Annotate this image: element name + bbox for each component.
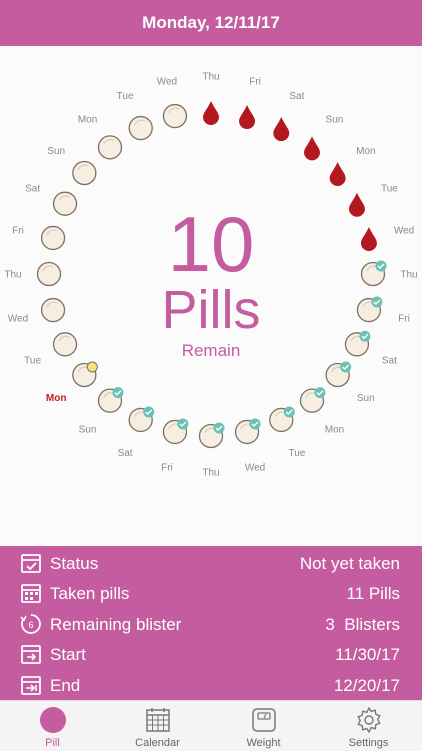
day-slot-2[interactable]: Fri (239, 76, 261, 130)
day-label: Tue (117, 91, 134, 102)
info-value: 12/20/17 (333, 676, 400, 695)
day-label: Fri (161, 463, 173, 474)
info-row-end: End 12/20/17 (0, 670, 422, 700)
day-slot-27[interactable]: Tue (117, 91, 153, 141)
info-value: 11/30/17 (335, 645, 400, 664)
info-row-status: Status Not yet taken (0, 548, 422, 578)
gear-icon (357, 706, 381, 734)
day-label: Wed (245, 463, 265, 474)
day-label: Wed (157, 76, 177, 87)
day-slot-18[interactable]: Sun (79, 387, 124, 435)
day-label: Sat (25, 184, 40, 195)
day-label: Mon (46, 393, 67, 404)
taken-pills-icon (21, 584, 41, 603)
info-row-remaining: 6 Remaining blister 3 Blisters (0, 609, 422, 639)
day-slot-5[interactable]: Mon (329, 146, 376, 186)
day-slot-1[interactable]: Thu (202, 72, 220, 126)
tab-calendar[interactable]: Calendar (105, 701, 210, 751)
tab-label: Calendar (135, 737, 180, 749)
day-label: Sat (289, 91, 304, 102)
day-label: Fri (249, 76, 261, 87)
blood-drop-icon (203, 101, 219, 125)
day-slot-11[interactable]: Sun (325, 361, 375, 404)
blood-drop-icon (239, 105, 256, 130)
day-slot-14[interactable]: Wed (234, 418, 266, 474)
tab-weight[interactable]: Weight (211, 701, 316, 751)
day-label: Mon (356, 146, 375, 157)
remaining-blister-badge: 6 (28, 620, 33, 630)
blood-drop-icon (273, 117, 290, 142)
end-calendar-icon (21, 676, 41, 695)
blood-drop-icon (329, 161, 346, 186)
check-badge-icon (112, 387, 124, 399)
day-label: Mon (325, 424, 344, 435)
day-slot-12[interactable]: Mon (299, 387, 345, 435)
day-label: Tue (288, 448, 305, 459)
info-value: 3 Blisters (325, 615, 400, 634)
check-badge-icon (177, 418, 189, 430)
info-label: Status (50, 554, 99, 573)
info-value: 11 Pills (346, 584, 400, 603)
check-badge-icon (340, 361, 352, 373)
day-slot-4[interactable]: Sun (304, 115, 343, 161)
day-slot-28[interactable]: Wed (157, 76, 188, 129)
tab-label: Weight (246, 737, 281, 749)
day-slot-17[interactable]: Sat (118, 406, 155, 459)
start-calendar-icon (21, 645, 41, 664)
tab-settings[interactable]: Settings (316, 701, 421, 751)
check-badge-icon (314, 387, 326, 399)
tab-label: Settings (348, 737, 389, 749)
header-bar: Monday, 12/11/17 (0, 0, 422, 46)
check-badge-icon (249, 418, 261, 430)
remaining-count: 10 (167, 200, 255, 288)
day-slot-25[interactable]: Sun (47, 146, 97, 186)
info-value: Not yet taken (299, 554, 400, 573)
day-label: Mon (78, 115, 97, 126)
info-label: End (50, 676, 81, 695)
tab-label: Pill (45, 737, 60, 749)
info-label: Remaining blister (50, 615, 182, 634)
day-slot-13[interactable]: Tue (269, 406, 306, 459)
day-slot-15[interactable]: Thu (198, 422, 225, 479)
check-badge-icon (143, 406, 155, 418)
day-label: Sun (79, 424, 97, 435)
info-row-taken: Taken pills 11 Pills (0, 578, 422, 608)
scale-icon (252, 708, 276, 732)
remaining-blister-icon: 6 (20, 614, 41, 634)
today-marker-icon (86, 361, 98, 373)
day-label: Sun (47, 146, 65, 157)
info-label: Start (50, 645, 86, 664)
tab-bar: Pill Calendar Weight Settings (0, 700, 422, 751)
day-label: Tue (381, 184, 398, 195)
day-slot-26[interactable]: Mon (78, 115, 123, 160)
day-slot-19[interactable]: Mon (46, 361, 98, 404)
header-date: Monday, 12/11/17 (142, 13, 280, 32)
day-label: Sun (357, 393, 375, 404)
check-badge-icon (213, 422, 225, 434)
remaining-unit: Pills (161, 280, 261, 340)
day-label: Thu (202, 72, 219, 83)
day-slot-16[interactable]: Fri (161, 418, 189, 474)
remaining-label: Remain (181, 341, 241, 360)
pill-icon (40, 707, 66, 733)
calendar-icon (146, 708, 170, 732)
day-label: Sat (118, 448, 133, 459)
day-slot-3[interactable]: Sat (273, 91, 305, 142)
info-panel: Status Not yet taken Taken pills 11 Pill… (0, 546, 422, 700)
status-icon (21, 554, 41, 573)
tab-pill[interactable]: Pill (0, 701, 105, 751)
info-label: Taken pills (50, 584, 130, 603)
day-label: Sun (326, 115, 344, 126)
check-badge-icon (283, 406, 295, 418)
info-row-start: Start 11/30/17 (0, 639, 422, 669)
blood-drop-icon (304, 136, 321, 161)
day-label: Thu (202, 468, 219, 479)
